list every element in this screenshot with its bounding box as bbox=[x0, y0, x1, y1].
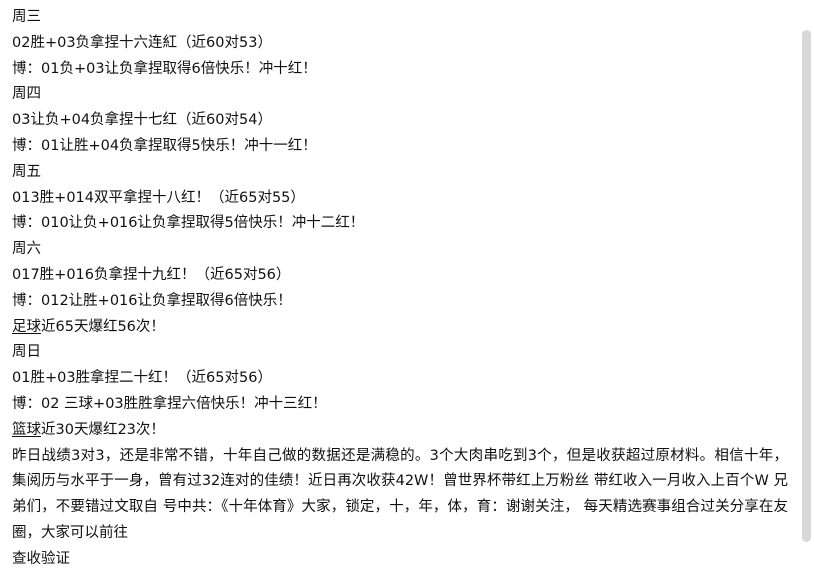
forecast-line-saturday-bet: 博：012让胜+016让负拿捏取得6倍快乐！ bbox=[12, 292, 292, 309]
forecast-line-thursday-bet: 博：01让胜+04负拿捏取得5快乐！冲十一红！ bbox=[12, 137, 317, 154]
basketball-streak-line: 篮球近30天爆红23次！ bbox=[12, 418, 788, 444]
forecast-line-sunday-bet: 博：02 三球+03胜胜拿捏六倍快乐！冲十三红！ bbox=[12, 395, 327, 412]
football-streak-text: 近65天爆红56次！ bbox=[41, 318, 165, 335]
forecast-line-saturday-record: 017胜+016负拿捏十九红！（近65对56） bbox=[12, 266, 291, 283]
scrollbar-thumb[interactable] bbox=[802, 30, 811, 542]
basketball-label: 篮球 bbox=[12, 421, 41, 438]
football-streak-line: 足球近65天爆红56次！ bbox=[12, 315, 788, 341]
forecast-line-sunday-record: 01胜+03胜拿捏二十红！（近65对56） bbox=[12, 370, 272, 387]
forecast-line-wednesday-bet: 博：01负+03让负拿捏取得6倍快乐！冲十红！ bbox=[12, 60, 317, 77]
football-label: 足球 bbox=[12, 318, 41, 335]
forecast-line-friday-bet: 博：010让负+016让负拿捏取得5倍快乐！冲十二红！ bbox=[12, 215, 365, 232]
forecast-line-wednesday-record: 02胜+03负拿捏十六连紅（近60对53） bbox=[12, 34, 272, 51]
basketball-streak-text: 近30天爆红23次！ bbox=[41, 421, 165, 438]
day-heading-friday: 周五 bbox=[12, 163, 41, 180]
document-page: 周三 02胜+03负拿捏十六连紅（近60对53） 博：01负+03让负拿捏取得6… bbox=[0, 0, 814, 567]
forecast-line-thursday-record: 03让负+04负拿捏十七红（近60对54） bbox=[12, 112, 272, 129]
footer-line: 查收验证 bbox=[12, 550, 70, 567]
day-heading-wednesday: 周三 bbox=[12, 9, 41, 25]
vertical-scrollbar[interactable] bbox=[800, 0, 814, 554]
day-heading-thursday: 周四 bbox=[12, 86, 41, 103]
day-heading-sunday: 周日 bbox=[12, 344, 41, 361]
document-content: 周三 02胜+03负拿捏十六连紅（近60对53） 博：01负+03让负拿捏取得6… bbox=[0, 0, 800, 567]
day-heading-saturday: 周六 bbox=[12, 241, 41, 258]
forecast-line-friday-record: 013胜+014双平拿捏十八红！（近65对55） bbox=[12, 189, 305, 206]
summary-paragraph: 昨日战绩3对3，还是非常不错，十年自己做的数据还是满稳的。3个大肉串吃到3个，但… bbox=[12, 447, 788, 541]
